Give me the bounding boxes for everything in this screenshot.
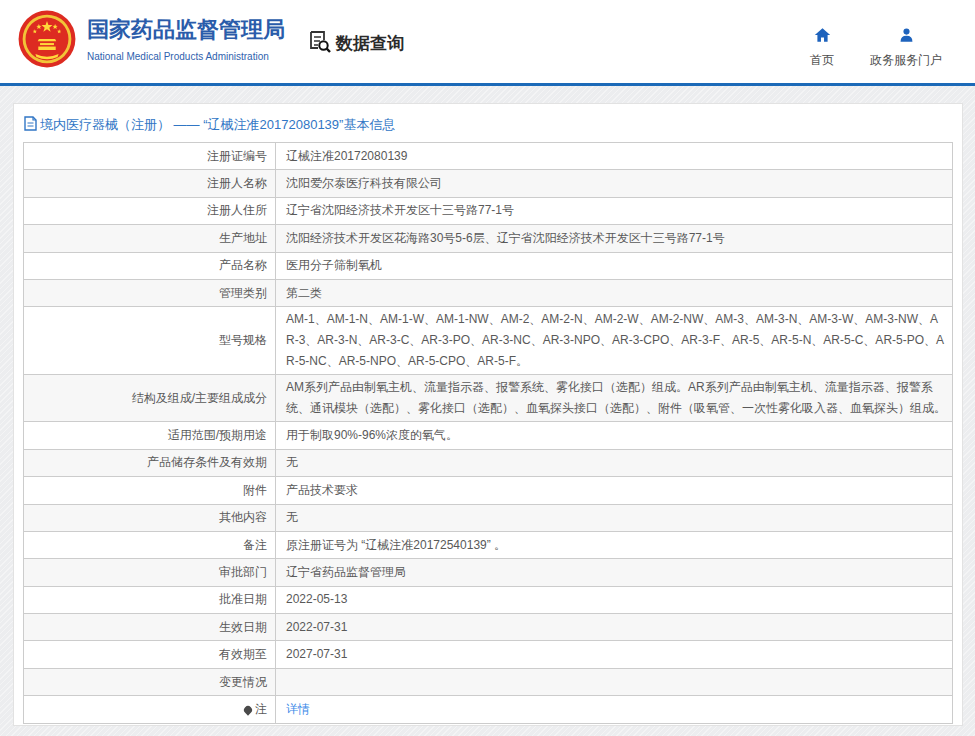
row-label: 生效日期: [24, 614, 276, 641]
table-row: 有效期至2027-07-31: [24, 641, 953, 668]
row-value: AM-1、AM-1-N、AM-1-W、AM-1-NW、AM-2、AM-2-N、A…: [276, 307, 953, 375]
content-box: 境内医疗器械（注册） —— “辽械注准20172080139”基本信息 注册证编…: [13, 103, 963, 726]
row-label: 适用范围/预期用途: [24, 422, 276, 449]
row-value: 医用分子筛制氧机: [276, 252, 953, 279]
table-row: 结构及组成/主要组成成分AM系列产品由制氧主机、流量指示器、报警系统、雾化接口（…: [24, 375, 953, 422]
row-label: 其他内容: [24, 504, 276, 531]
document-icon: [24, 116, 37, 134]
data-query-icon: [306, 28, 332, 59]
row-value: 2022-05-13: [276, 586, 953, 613]
national-emblem-logo: [18, 10, 76, 68]
row-value: AM系列产品由制氧主机、流量指示器、报警系统、雾化接口（选配）组成。AR系列产品…: [276, 375, 953, 422]
row-label: 批准日期: [24, 586, 276, 613]
row-label: 型号规格: [24, 307, 276, 375]
user-icon: [898, 27, 915, 47]
table-row: 变更情况: [24, 668, 953, 695]
row-value: [276, 668, 953, 695]
nav-gov-portal[interactable]: 政务服务门户: [870, 27, 942, 69]
row-value: 原注册证号为 “辽械注准20172540139” 。: [276, 531, 953, 558]
org-name-en: National Medical Products Administration: [87, 51, 285, 62]
row-value: 辽宁省沈阳经济技术开发区十三号路77-1号: [276, 197, 953, 224]
table-row: 产品名称医用分子筛制氧机: [24, 252, 953, 279]
table-row: 生效日期2022-07-31: [24, 614, 953, 641]
row-value: 沈阳爱尔泰医疗科技有限公司: [276, 170, 953, 197]
row-value: 辽械注准20172080139: [276, 143, 953, 170]
row-label: 产品名称: [24, 252, 276, 279]
row-label: 变更情况: [24, 668, 276, 695]
info-table: 注册证编号辽械注准20172080139注册人名称沈阳爱尔泰医疗科技有限公司注册…: [23, 142, 953, 724]
brand-text: 国家药品监督管理局 National Medical Products Admi…: [87, 15, 285, 62]
row-value: 无: [276, 449, 953, 476]
row-value: 无: [276, 504, 953, 531]
table-row: 注详情: [24, 696, 953, 723]
row-value: 2022-07-31: [276, 614, 953, 641]
page-title: 境内医疗器械（注册） —— “辽械注准20172080139”基本信息: [23, 110, 953, 136]
table-row: 其他内容无: [24, 504, 953, 531]
row-value: 用于制取90%-96%浓度的氧气。: [276, 422, 953, 449]
nav-home-label: 首页: [810, 52, 834, 69]
row-value: 详情: [276, 696, 953, 723]
table-row: 批准日期2022-05-13: [24, 586, 953, 613]
row-label: 管理类别: [24, 279, 276, 306]
row-label: 产品储存条件及有效期: [24, 449, 276, 476]
row-value: 产品技术要求: [276, 477, 953, 504]
row-label: 审批部门: [24, 559, 276, 586]
table-row: 注册人名称沈阳爱尔泰医疗科技有限公司: [24, 170, 953, 197]
row-label: 有效期至: [24, 641, 276, 668]
detail-link[interactable]: 详情: [286, 702, 310, 716]
row-label: 注册人住所: [24, 197, 276, 224]
row-label: 结构及组成/主要组成成分: [24, 375, 276, 422]
row-label: 注册证编号: [24, 143, 276, 170]
row-value: 辽宁省药品监督管理局: [276, 559, 953, 586]
table-row: 附件产品技术要求: [24, 477, 953, 504]
page-title-text: 境内医疗器械（注册） —— “辽械注准20172080139”基本信息: [40, 116, 395, 134]
table-row: 备注原注册证号为 “辽械注准20172540139” 。: [24, 531, 953, 558]
row-value: 第二类: [276, 279, 953, 306]
row-label: 附件: [24, 477, 276, 504]
header-divider: [0, 83, 975, 86]
table-row: 注册人住所辽宁省沈阳经济技术开发区十三号路77-1号: [24, 197, 953, 224]
home-icon: [814, 27, 831, 47]
nav-data-query[interactable]: 数据查询: [306, 28, 404, 59]
table-row: 注册证编号辽械注准20172080139: [24, 143, 953, 170]
table-row: 审批部门辽宁省药品监督管理局: [24, 559, 953, 586]
pin-icon: [242, 704, 253, 715]
row-label: 生产地址: [24, 225, 276, 252]
site-header: 国家药品监督管理局 National Medical Products Admi…: [0, 0, 975, 83]
row-label: 备注: [24, 531, 276, 558]
org-name-cn: 国家药品监督管理局: [87, 15, 285, 45]
row-label: 注册人名称: [24, 170, 276, 197]
table-row: 产品储存条件及有效期无: [24, 449, 953, 476]
row-value: 2027-07-31: [276, 641, 953, 668]
row-value: 沈阳经济技术开发区花海路30号5-6层、辽宁省沈阳经济技术开发区十三号路77-1…: [276, 225, 953, 252]
table-row: 生产地址沈阳经济技术开发区花海路30号5-6层、辽宁省沈阳经济技术开发区十三号路…: [24, 225, 953, 252]
row-label: 注: [24, 696, 276, 723]
table-row: 管理类别第二类: [24, 279, 953, 306]
nav-home[interactable]: 首页: [810, 27, 834, 69]
table-row: 型号规格AM-1、AM-1-N、AM-1-W、AM-1-NW、AM-2、AM-2…: [24, 307, 953, 375]
data-query-label: 数据查询: [336, 32, 404, 55]
header-nav: 首页 政务服务门户: [810, 27, 942, 69]
table-row: 适用范围/预期用途用于制取90%-96%浓度的氧气。: [24, 422, 953, 449]
nav-gov-portal-label: 政务服务门户: [870, 52, 942, 69]
